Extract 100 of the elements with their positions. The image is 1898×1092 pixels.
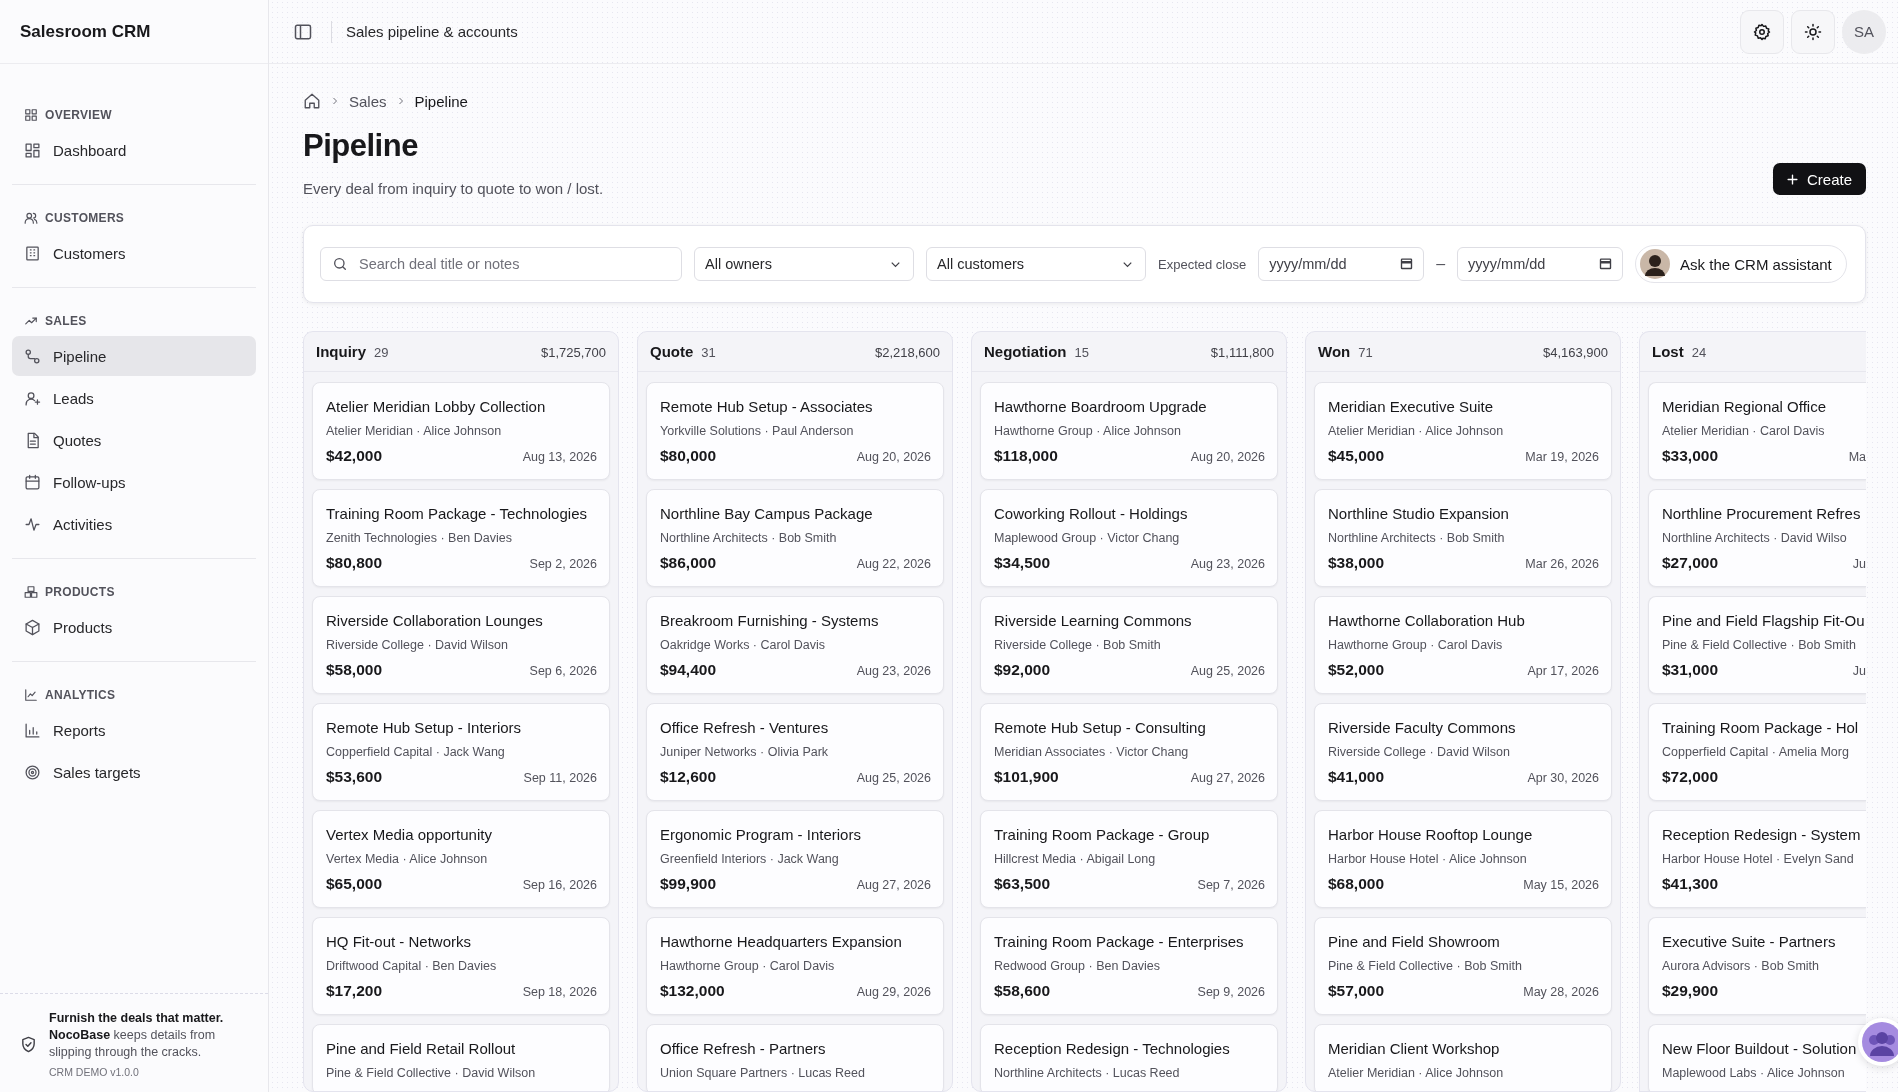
deal-title: Training Room Package - Technologies	[326, 505, 588, 522]
deal-card[interactable]: Meridian Regional Office Atelier Meridian · Carol Davis $33,000 Ma	[1648, 382, 1866, 480]
column-total: $1,111,800	[1210, 345, 1274, 360]
column-count: 31	[701, 345, 716, 360]
deal-title: Hawthorne Boardroom Upgrade	[994, 398, 1208, 415]
column-total: $4,163,900	[1542, 345, 1608, 360]
deal-card[interactable]: Northline Bay Campus Package Northline Architects · Bob Smith $86,000 Aug 22, 2026	[646, 489, 944, 587]
deal-card[interactable]: Northline Studio Expansion Northline Architects · Bob Smith $38,000 Mar 26, 2026	[1314, 489, 1612, 587]
date-field[interactable]: yyyy/mm/dd	[1258, 247, 1425, 281]
sidebar-item[interactable]: Customers	[12, 233, 256, 273]
column-total: $1,725,700	[540, 345, 606, 360]
sidebar-item[interactable]: Pipeline	[12, 336, 256, 376]
deal-card[interactable]: Training Room Package - Hol Copperfield Capital · Amelia Morg $72,000	[1648, 703, 1866, 801]
deal-title: Meridian Regional Office	[1662, 398, 1827, 415]
deal-card[interactable]: Riverside Faculty Commons Riverside College · David Wilson $41,000 Apr 30, 2026	[1314, 703, 1612, 801]
deal-date: Aug 25, 2026	[1190, 664, 1265, 678]
deal-amount: $33,000	[1662, 447, 1719, 465]
user-avatar[interactable]: SA	[1842, 9, 1886, 54]
trend-icon	[24, 314, 38, 328]
deal-title: Training Room Package - Enterprises	[994, 933, 1245, 950]
deal-date: Apr 30, 2026	[1527, 771, 1599, 785]
owner-select[interactable]: All owners	[694, 247, 914, 281]
assistant-bubble-icon[interactable]	[1858, 1018, 1898, 1066]
deal-card[interactable]: Meridian Executive Suite Atelier Meridian · Alice Johnson $45,000 Mar 19, 2026	[1314, 382, 1612, 480]
deal-title: Riverside Collaboration Lounges	[326, 612, 544, 629]
theme-button[interactable]	[1791, 9, 1835, 54]
breadcrumb-link[interactable]: Pipeline	[414, 92, 468, 110]
deal-account: Northline Architects · Bob Smith	[660, 531, 838, 545]
activity-icon	[24, 515, 41, 533]
deal-card[interactable]: Harbor House Rooftop Lounge Harbor House Hotel · Alice Johnson $68,000 May 15, 2026	[1314, 810, 1612, 908]
deal-title: Training Room Package - Hol	[1662, 719, 1860, 736]
deal-title: Reception Redesign - System	[1662, 826, 1862, 843]
deal-card[interactable]: Pine and Field Retail Rollout Pine & Field Collective · David Wilson	[312, 1024, 610, 1091]
deal-account: Atelier Meridian · Alice Johnson	[326, 424, 503, 438]
deal-card[interactable]: Riverside Collaboration Lounges Riverside College · David Wilson $58,000 Sep 6, 2026	[312, 596, 610, 694]
deal-card[interactable]: Pine and Field Flagship Fit-Ou Pine & Field Collective · Bob Smith $31,000 Ju	[1648, 596, 1866, 694]
deal-card[interactable]: Hawthorne Headquarters Expansion Hawthorne Group · Carol Davis $132,000 Aug 29, 2026	[646, 917, 944, 1015]
home-icon[interactable]	[303, 92, 321, 110]
deal-card[interactable]: Hawthorne Boardroom Upgrade Hawthorne Group · Alice Johnson $118,000 Aug 20, 2026	[980, 382, 1278, 480]
deal-date: May 15, 2026	[1523, 878, 1599, 892]
deal-account: Hawthorne Group · Carol Davis	[660, 959, 836, 973]
deal-card[interactable]: HQ Fit-out - Networks Driftwood Capital · Ben Davies $17,200 Sep 18, 2026	[312, 917, 610, 1015]
deal-account: Atelier Meridian · Alice Johnson	[1328, 1066, 1505, 1080]
deal-title: Vertex Media opportunity	[326, 826, 493, 843]
deal-date: Aug 27, 2026	[1190, 771, 1265, 785]
deal-card[interactable]: Reception Redesign - System Harbor House Hotel · Evelyn Sand $41,300	[1648, 810, 1866, 908]
page-subtitle: Every deal from inquiry to quote to won / lost.	[303, 180, 604, 197]
sidebar-item[interactable]: Quotes	[12, 420, 256, 460]
sidebar-item[interactable]: Dashboard	[12, 130, 256, 170]
deal-card[interactable]: Coworking Rollout - Holdings Maplewood Group · Victor Chang $34,500 Aug 23, 2026	[980, 489, 1278, 587]
deal-title: Executive Suite - Partners	[1662, 933, 1837, 950]
deal-card[interactable]: Hawthorne Collaboration Hub Hawthorne Group · Carol Davis $52,000 Apr 17, 2026	[1314, 596, 1612, 694]
settings-button[interactable]	[1740, 9, 1784, 54]
deal-card[interactable]: Executive Suite - Partners Aurora Advisors · Bob Smith $29,900	[1648, 917, 1866, 1015]
deal-account: Harbor House Hotel · Evelyn Sand	[1662, 852, 1855, 866]
deal-date: Aug 20, 2026	[856, 450, 931, 464]
deal-card[interactable]: Ergonomic Program - Interiors Greenfield Interiors · Jack Wang $99,900 Aug 27, 2026	[646, 810, 944, 908]
assistant-button[interactable]: Ask the CRM assistant	[1635, 245, 1847, 283]
sidebar-item[interactable]: Products	[12, 607, 256, 647]
deal-title: Pine and Field Retail Rollout	[326, 1040, 517, 1057]
deal-amount: $45,000	[1328, 447, 1385, 465]
deal-card[interactable]: Vertex Media opportunity Vertex Media · Alice Johnson $65,000 Sep 16, 2026	[312, 810, 610, 908]
customer-select[interactable]: All customers	[926, 247, 1146, 281]
deal-card[interactable]: Remote Hub Setup - Interiors Copperfield Capital · Jack Wang $53,600 Sep 11, 2026	[312, 703, 610, 801]
deal-title: Ergonomic Program - Interiors	[660, 826, 862, 843]
deal-card[interactable]: New Floor Buildout - Solution Maplewood Labs · Alice Johnson	[1648, 1024, 1866, 1091]
avatar-icon	[1640, 249, 1671, 279]
deal-card[interactable]: Riverside Learning Commons Riverside College · Bob Smith $92,000 Aug 25, 2026	[980, 596, 1278, 694]
deal-card[interactable]: Breakroom Furnishing - Systems Oakridge Works · Carol Davis $94,400 Aug 23, 2026	[646, 596, 944, 694]
deal-card[interactable]: Atelier Meridian Lobby Collection Atelier Meridian · Alice Johnson $42,000 Aug 13, 2026	[312, 382, 610, 480]
deal-card[interactable]: Remote Hub Setup - Consulting Meridian Associates · Victor Chang $101,900 Aug 27, 2026	[980, 703, 1278, 801]
deal-card[interactable]: Remote Hub Setup - Associates Yorkville Solutions · Paul Anderson $80,000 Aug 20, 2026	[646, 382, 944, 480]
sidebar-item[interactable]: Reports	[12, 710, 256, 750]
deal-card[interactable]: Training Room Package - Enterprises Redwood Group · Ben Davies $58,600 Sep 9, 2026	[980, 917, 1278, 1015]
sidebar-item[interactable]: Follow-ups	[12, 462, 256, 502]
calendar-icon	[24, 473, 41, 491]
settings-icon	[1753, 22, 1771, 41]
deal-card[interactable]: Meridian Client Workshop Atelier Meridian · Alice Johnson	[1314, 1024, 1612, 1091]
deal-amount: $34,500	[994, 554, 1051, 572]
sidebar-item[interactable]: Sales targets	[12, 752, 256, 792]
deal-date: Aug 13, 2026	[522, 450, 597, 464]
sidebar-item[interactable]: Activities	[12, 504, 256, 544]
deal-card[interactable]: Training Room Package - Group Hillcrest Media · Abigail Long $63,500 Sep 7, 2026	[980, 810, 1278, 908]
deal-title: Reception Redesign - Technologies	[994, 1040, 1231, 1057]
deal-card[interactable]: Office Refresh - Partners Union Square Partners · Lucas Reed	[646, 1024, 944, 1091]
deal-card[interactable]: Pine and Field Showroom Pine & Field Collective · Bob Smith $57,000 May 28, 2026	[1314, 917, 1612, 1015]
deal-account: Driftwood Capital · Ben Davies	[326, 959, 498, 973]
deal-card[interactable]: Training Room Package - Technologies Zenith Technologies · Ben Davies $80,800 Sep 2, 2026	[312, 489, 610, 587]
date-field[interactable]: yyyy/mm/dd	[1457, 247, 1624, 281]
deal-account: Union Square Partners · Lucas Reed	[660, 1066, 866, 1080]
users-icon	[24, 211, 38, 225]
breadcrumb-link[interactable]: Sales	[349, 92, 387, 110]
deal-card[interactable]: Office Refresh - Ventures Juniper Networks · Olivia Park $12,600 Aug 25, 2026	[646, 703, 944, 801]
sidebar-item[interactable]: Leads	[12, 378, 256, 418]
deal-card[interactable]: Northline Procurement Refres Northline Architects · David Wilso $27,000 Ju	[1648, 489, 1866, 587]
bar-chart-icon	[24, 721, 41, 739]
create-button[interactable]: Create	[1772, 163, 1866, 195]
search-field[interactable]: Search deal title or notes	[320, 247, 682, 281]
deal-title: Hawthorne Collaboration Hub	[1328, 612, 1526, 629]
deal-card[interactable]: Reception Redesign - Technologies Northline Architects · Lucas Reed	[980, 1024, 1278, 1091]
